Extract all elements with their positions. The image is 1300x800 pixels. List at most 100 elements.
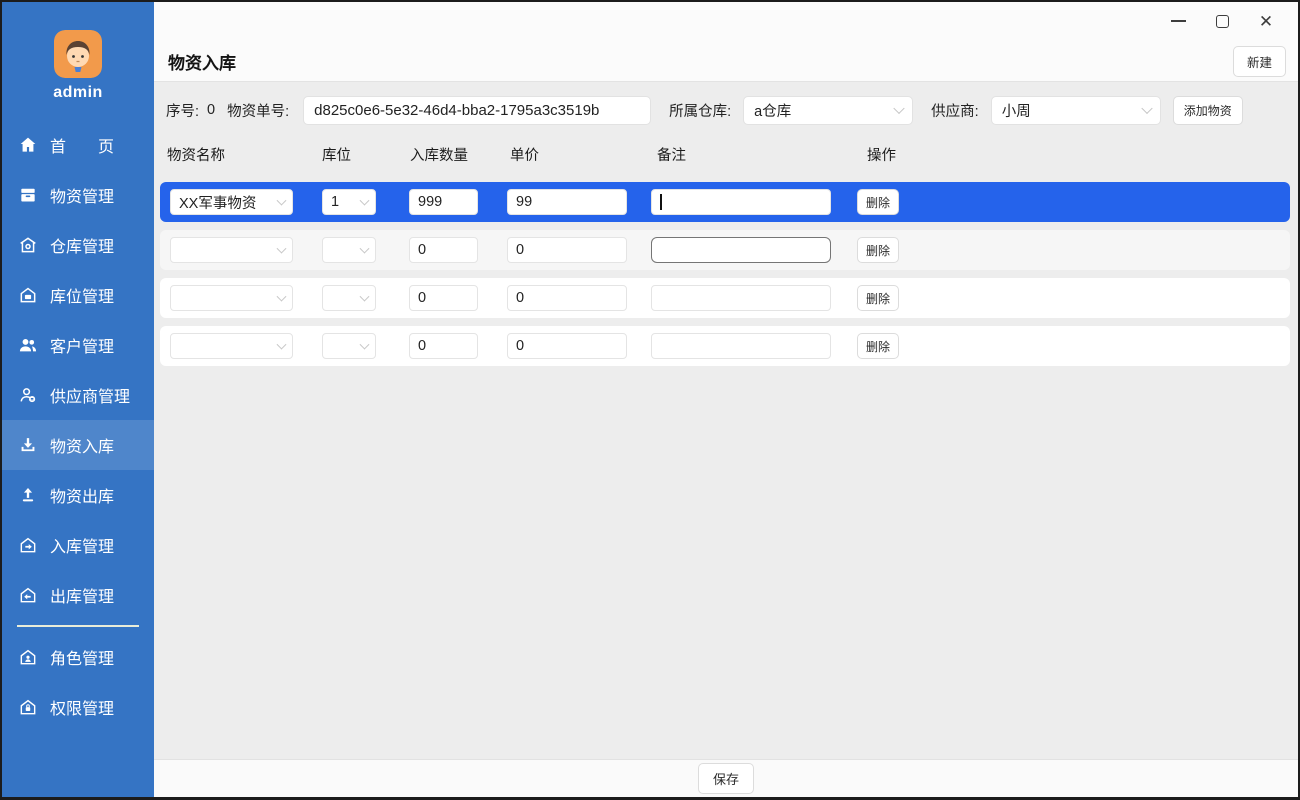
quantity-input[interactable] xyxy=(409,237,478,263)
save-button[interactable]: 保存 xyxy=(697,763,754,794)
remark-input[interactable] xyxy=(651,237,831,263)
column-header-location: 库位 xyxy=(322,148,351,164)
package-icon xyxy=(17,184,39,206)
sidebar-item-label: 角色管理 xyxy=(50,651,115,668)
order-toolbar: 序号: 0 物资单号: 所属仓库: a仓库 供应商: 小周 添加物资 xyxy=(154,94,1298,126)
sidebar-item-home[interactable]: 首 页 xyxy=(2,120,154,170)
table-row[interactable]: 删除 xyxy=(160,326,1290,366)
supplier-label: 供应商: xyxy=(931,103,979,120)
page-title: 物资入库 xyxy=(168,54,236,73)
footer-bar: 保存 xyxy=(154,759,1298,797)
chevron-down-icon xyxy=(1141,102,1153,115)
page-header: ✕ 物资入库 新建 xyxy=(154,2,1298,82)
user-profile: admin xyxy=(2,30,154,102)
minimize-button[interactable] xyxy=(1156,8,1200,34)
sidebar-item-outbound-management[interactable]: 出库管理 xyxy=(2,570,154,620)
close-button[interactable]: ✕ xyxy=(1244,8,1288,34)
sidebar-item-warehouse[interactable]: 仓库管理 xyxy=(2,220,154,270)
username: admin xyxy=(53,84,103,101)
location-select[interactable]: 1 xyxy=(322,189,376,215)
quantity-input[interactable] xyxy=(409,189,478,215)
delete-button[interactable]: 删除 xyxy=(857,285,899,311)
table-row[interactable]: 删除 xyxy=(160,230,1290,270)
location-select[interactable] xyxy=(322,333,376,359)
maximize-icon xyxy=(1215,14,1229,28)
new-button[interactable]: 新建 xyxy=(1232,46,1286,77)
home-icon xyxy=(17,134,39,156)
column-header-material: 物资名称 xyxy=(167,148,225,164)
maximize-button[interactable] xyxy=(1200,8,1244,34)
chevron-down-icon xyxy=(276,195,287,206)
content-empty-area xyxy=(154,374,1298,759)
sidebar-item-inbound-management[interactable]: 入库管理 xyxy=(2,520,154,570)
sidebar-item-label: 仓库管理 xyxy=(50,239,115,256)
sidebar-item-materials[interactable]: 物资管理 xyxy=(2,170,154,220)
column-header-price: 单价 xyxy=(510,148,539,164)
order-number-label: 物资单号: xyxy=(227,103,290,120)
sidebar-menu: 首 页 物资管理 仓库管理 库位管理 客户管理 供应商管理 物资入库 物资出库 … xyxy=(2,120,154,732)
quantity-input[interactable] xyxy=(409,285,478,311)
column-header-action: 操作 xyxy=(867,148,896,164)
sidebar-item-customers[interactable]: 客户管理 xyxy=(2,320,154,370)
remark-input[interactable] xyxy=(651,285,831,311)
column-header-quantity: 入库数量 xyxy=(410,148,468,164)
quantity-input[interactable] xyxy=(409,333,478,359)
sidebar-item-role-management[interactable]: 角色管理 xyxy=(2,632,154,682)
material-select[interactable] xyxy=(170,285,293,311)
remark-input[interactable] xyxy=(651,333,831,359)
permission-icon xyxy=(17,696,39,718)
chevron-down-icon xyxy=(276,291,287,302)
chevron-down-icon xyxy=(359,195,370,206)
material-select[interactable] xyxy=(170,237,293,263)
main-content: ✕ 物资入库 新建 序号: 0 物资单号: 所属仓库: a仓库 供应商: 小周 … xyxy=(154,2,1298,797)
price-input[interactable] xyxy=(507,285,627,311)
table-row[interactable]: 删除 xyxy=(160,278,1290,318)
house-out-icon xyxy=(17,584,39,606)
text-cursor xyxy=(660,194,662,210)
warehouse-label: 所属仓库: xyxy=(669,103,732,120)
delete-button[interactable]: 删除 xyxy=(857,189,899,215)
location-select[interactable] xyxy=(322,285,376,311)
sidebar-item-label: 首 页 xyxy=(50,139,115,156)
sidebar-item-label: 出库管理 xyxy=(50,589,115,606)
sidebar-item-storage-location[interactable]: 库位管理 xyxy=(2,270,154,320)
material-select[interactable] xyxy=(170,333,293,359)
sequence-value: 0 xyxy=(207,102,216,118)
sidebar-item-material-inbound[interactable]: 物资入库 xyxy=(2,420,154,470)
delete-button[interactable]: 删除 xyxy=(857,237,899,263)
storage-location-icon xyxy=(17,284,39,306)
sidebar-divider xyxy=(17,625,139,627)
delete-button[interactable]: 删除 xyxy=(857,333,899,359)
price-input[interactable] xyxy=(507,333,627,359)
column-header-remark: 备注 xyxy=(657,148,686,164)
add-material-button[interactable]: 添加物资 xyxy=(1172,95,1243,125)
chevron-down-icon xyxy=(359,339,370,350)
close-icon: ✕ xyxy=(1258,11,1274,31)
location-select[interactable] xyxy=(322,237,376,263)
avatar xyxy=(54,30,102,78)
chevron-down-icon xyxy=(276,243,287,254)
sidebar-item-permission-management[interactable]: 权限管理 xyxy=(2,682,154,732)
upload-icon xyxy=(17,484,39,506)
warehouse-select[interactable]: a仓库 xyxy=(743,95,914,125)
chevron-down-icon xyxy=(276,339,287,350)
download-icon xyxy=(17,434,39,456)
sequence-label: 序号: xyxy=(166,103,200,120)
order-number-input[interactable] xyxy=(303,95,652,125)
price-input[interactable] xyxy=(507,237,627,263)
supplier-select[interactable]: 小周 xyxy=(990,95,1161,125)
material-selected-value: XX军事物资 xyxy=(179,195,257,212)
sidebar-item-label: 权限管理 xyxy=(50,701,115,718)
sidebar-item-suppliers[interactable]: 供应商管理 xyxy=(2,370,154,420)
warehouse-selected-value: a仓库 xyxy=(754,103,792,120)
role-icon xyxy=(17,646,39,668)
sidebar-item-label: 库位管理 xyxy=(50,289,115,306)
sidebar-item-label: 入库管理 xyxy=(50,539,115,556)
location-selected-value: 1 xyxy=(331,194,340,210)
remark-input[interactable] xyxy=(651,189,831,215)
table-row[interactable]: XX军事物资 1 删除 xyxy=(160,182,1290,222)
price-input[interactable] xyxy=(507,189,627,215)
sidebar-item-material-outbound[interactable]: 物资出库 xyxy=(2,470,154,520)
material-select[interactable]: XX军事物资 xyxy=(170,189,293,215)
supplier-icon xyxy=(17,384,39,406)
